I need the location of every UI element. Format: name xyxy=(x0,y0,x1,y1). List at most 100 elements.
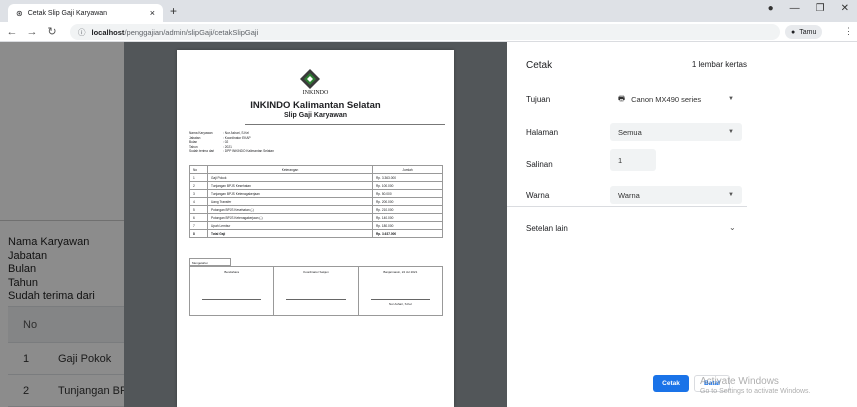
preview-page: INKINDO INKINDO Kalimantan Selatan Slip … xyxy=(177,50,454,407)
watermark-subtitle: Go to Settings to activate Windows. xyxy=(700,388,811,395)
signature-frame: Bendahara Koordinator Sekjen Banjarmasin… xyxy=(189,266,443,316)
signature-role: Banjarmasin, 24 Jul 2021 xyxy=(383,270,418,274)
browser-tab[interactable]: ⊛ Cetak Slip Gaji Karyawan × xyxy=(8,4,163,22)
table-row: 5 Potongan BPJS Kesehatan (-) Rp. 210.000 xyxy=(189,205,443,214)
tab-title: Cetak Slip Gaji Karyawan xyxy=(27,9,108,17)
salary-table: No Keterangan Jumlah 1 Gaji Pokok Rp. 3.36… xyxy=(189,165,443,238)
row-no: 1 xyxy=(189,173,208,182)
maximize-icon[interactable]: ❐ xyxy=(816,3,825,14)
table-row: 7 Upah Lembur Rp. 180.000 xyxy=(189,221,443,230)
chevron-down-icon: ▼ xyxy=(728,192,734,198)
row-amount: Rp. 180.000 xyxy=(372,221,443,230)
chrome-favicon-icon: ⊛ xyxy=(16,8,23,18)
chevron-down-icon: ▼ xyxy=(728,96,734,102)
printer-icon: 🖶 xyxy=(618,93,626,103)
pages-value: Semua xyxy=(618,127,642,137)
slip-subtitle: Slip Gaji Karyawan xyxy=(283,112,348,119)
windows-activation-watermark: Activate Windows Go to Settings to activ… xyxy=(700,377,811,397)
reload-icon[interactable]: ↻ xyxy=(44,25,60,38)
row-desc: Tunjangan BPJS Kesehatan xyxy=(207,181,373,190)
url-path: /penggajian/admin/slipGaji/cetakSlipGaji xyxy=(124,27,259,37)
table-row-total: 8 Total Gaji Rp. 3.637.000 xyxy=(189,229,443,238)
record-icon[interactable]: ● xyxy=(768,3,774,14)
signature-cell: Bendahara xyxy=(190,267,275,315)
avatar-icon: ● xyxy=(791,28,796,36)
header-no: No xyxy=(189,165,208,174)
close-tab-icon[interactable]: × xyxy=(150,8,155,18)
row-desc: Total Gaji xyxy=(207,229,373,238)
destination-value: Canon MX490 series xyxy=(631,94,702,104)
row-amount: Rp. 200.000 xyxy=(372,197,443,206)
row-desc: Potongan BPJS Kesehatan (-) xyxy=(207,205,373,214)
copies-input[interactable]: 1 xyxy=(610,149,656,171)
row-desc: Uang Transfer xyxy=(207,197,373,206)
info-value: : DPP INKINDO Kalimantan Selatan xyxy=(223,149,274,154)
signature-line xyxy=(370,299,430,300)
new-tab-button[interactable]: + xyxy=(170,4,177,18)
signature-section: Mengetahui Bendahara Koordinator Sekjen … xyxy=(189,258,443,320)
row-no: 7 xyxy=(189,221,208,230)
divider xyxy=(507,206,747,207)
org-name: INKINDO xyxy=(302,90,329,96)
row-no: 4 xyxy=(189,197,208,206)
print-button[interactable]: Cetak xyxy=(653,375,689,392)
header-amount: Jumlah xyxy=(372,165,443,174)
table-row: 3 Tunjangan BPJS Ketenagakerjaan Rp. 50.00… xyxy=(189,189,443,198)
kebab-menu-icon[interactable]: ⋮ xyxy=(844,26,853,37)
back-icon[interactable]: ← xyxy=(4,26,20,38)
info-icon[interactable]: ⓘ xyxy=(78,27,86,38)
row-no: 2 xyxy=(189,181,208,190)
forward-icon[interactable]: → xyxy=(24,26,40,38)
profile-button[interactable]: ● Tamu xyxy=(785,25,823,39)
row-amount: Rp. 3.637.000 xyxy=(372,229,443,238)
color-value: Warna xyxy=(618,190,640,200)
print-preview: INKINDO INKINDO Kalimantan Selatan Slip … xyxy=(124,42,507,407)
profile-label: Tamu xyxy=(799,28,817,36)
sheet-count: 1 lembar kertas xyxy=(691,60,747,69)
signature-name: Nur Ashari, S.Kel xyxy=(388,302,412,306)
page-content: Nama Karyawan Jabatan Bulan Tahun Sudah … xyxy=(0,42,857,407)
row-no: 5 xyxy=(189,205,208,214)
row-desc: Gaji Pokok xyxy=(207,173,373,182)
divider xyxy=(245,124,445,125)
watermark-title: Activate Windows xyxy=(700,376,779,387)
row-no: 6 xyxy=(189,213,208,222)
chevron-down-icon: ▼ xyxy=(728,129,734,135)
signature-tag: Mengetahui xyxy=(189,258,231,266)
row-desc: Potongan BPJS Ketenagakerjaan (-) xyxy=(207,213,373,222)
pages-select[interactable]: Semua ▼ xyxy=(610,123,742,141)
signature-role: Bendahara xyxy=(224,270,239,274)
signature-role: Koordinator Sekjen xyxy=(303,270,329,274)
slip-title: INKINDO Kalimantan Selatan xyxy=(250,100,381,111)
copies-label: Salinan xyxy=(526,160,553,169)
table-row: 4 Uang Transfer Rp. 200.000 xyxy=(189,197,443,206)
close-window-icon[interactable]: ✕ xyxy=(841,3,849,14)
signature-cell: Banjarmasin, 24 Jul 2021 Nur Ashari, S.K… xyxy=(359,267,442,315)
row-amount: Rp. 210.000 xyxy=(372,205,443,214)
destination-select[interactable]: 🖶 Canon MX490 series ▼ xyxy=(610,90,742,108)
signature-cell: Koordinator Sekjen xyxy=(274,267,359,315)
more-settings[interactable]: Setelan lain xyxy=(526,224,568,233)
info-key: Sudah terima dari xyxy=(189,149,215,154)
url-field[interactable]: ⓘ localhost /penggajian/admin/slipGaji/c… xyxy=(70,24,780,40)
window-controls: ● — ❐ ✕ xyxy=(768,3,849,14)
row-no: 3 xyxy=(189,189,208,198)
color-select[interactable]: Warna ▼ xyxy=(610,186,742,204)
row-desc: Tunjangan BPJS Ketenagakerjaan xyxy=(207,189,373,198)
color-label: Warna xyxy=(526,191,550,200)
address-bar-row: ← → ↻ ⓘ localhost /penggajian/admin/slip… xyxy=(0,22,857,42)
info-row: Sudah terima dari : DPP INKINDO Kalimanta… xyxy=(189,149,274,154)
row-amount: Rp. 3.363.000 xyxy=(372,173,443,182)
print-title: Cetak xyxy=(526,60,553,71)
expand-chevron-icon[interactable]: ⌄ xyxy=(729,223,736,232)
row-no: 8 xyxy=(189,229,208,238)
table-header: No Keterangan Jumlah xyxy=(189,165,443,174)
row-amount: Rp. 100.000 xyxy=(372,181,443,190)
table-row: 2 Tunjangan BPJS Kesehatan Rp. 100.000 xyxy=(189,181,443,190)
signature-line xyxy=(286,299,346,300)
row-amount: Rp. 140.000 xyxy=(372,213,443,222)
print-settings-panel: Cetak 1 lembar kertas Tujuan 🖶 Canon MX4… xyxy=(507,42,857,407)
minimize-icon[interactable]: — xyxy=(790,3,800,14)
pages-label: Halaman xyxy=(526,128,559,137)
copies-value: 1 xyxy=(618,155,623,165)
